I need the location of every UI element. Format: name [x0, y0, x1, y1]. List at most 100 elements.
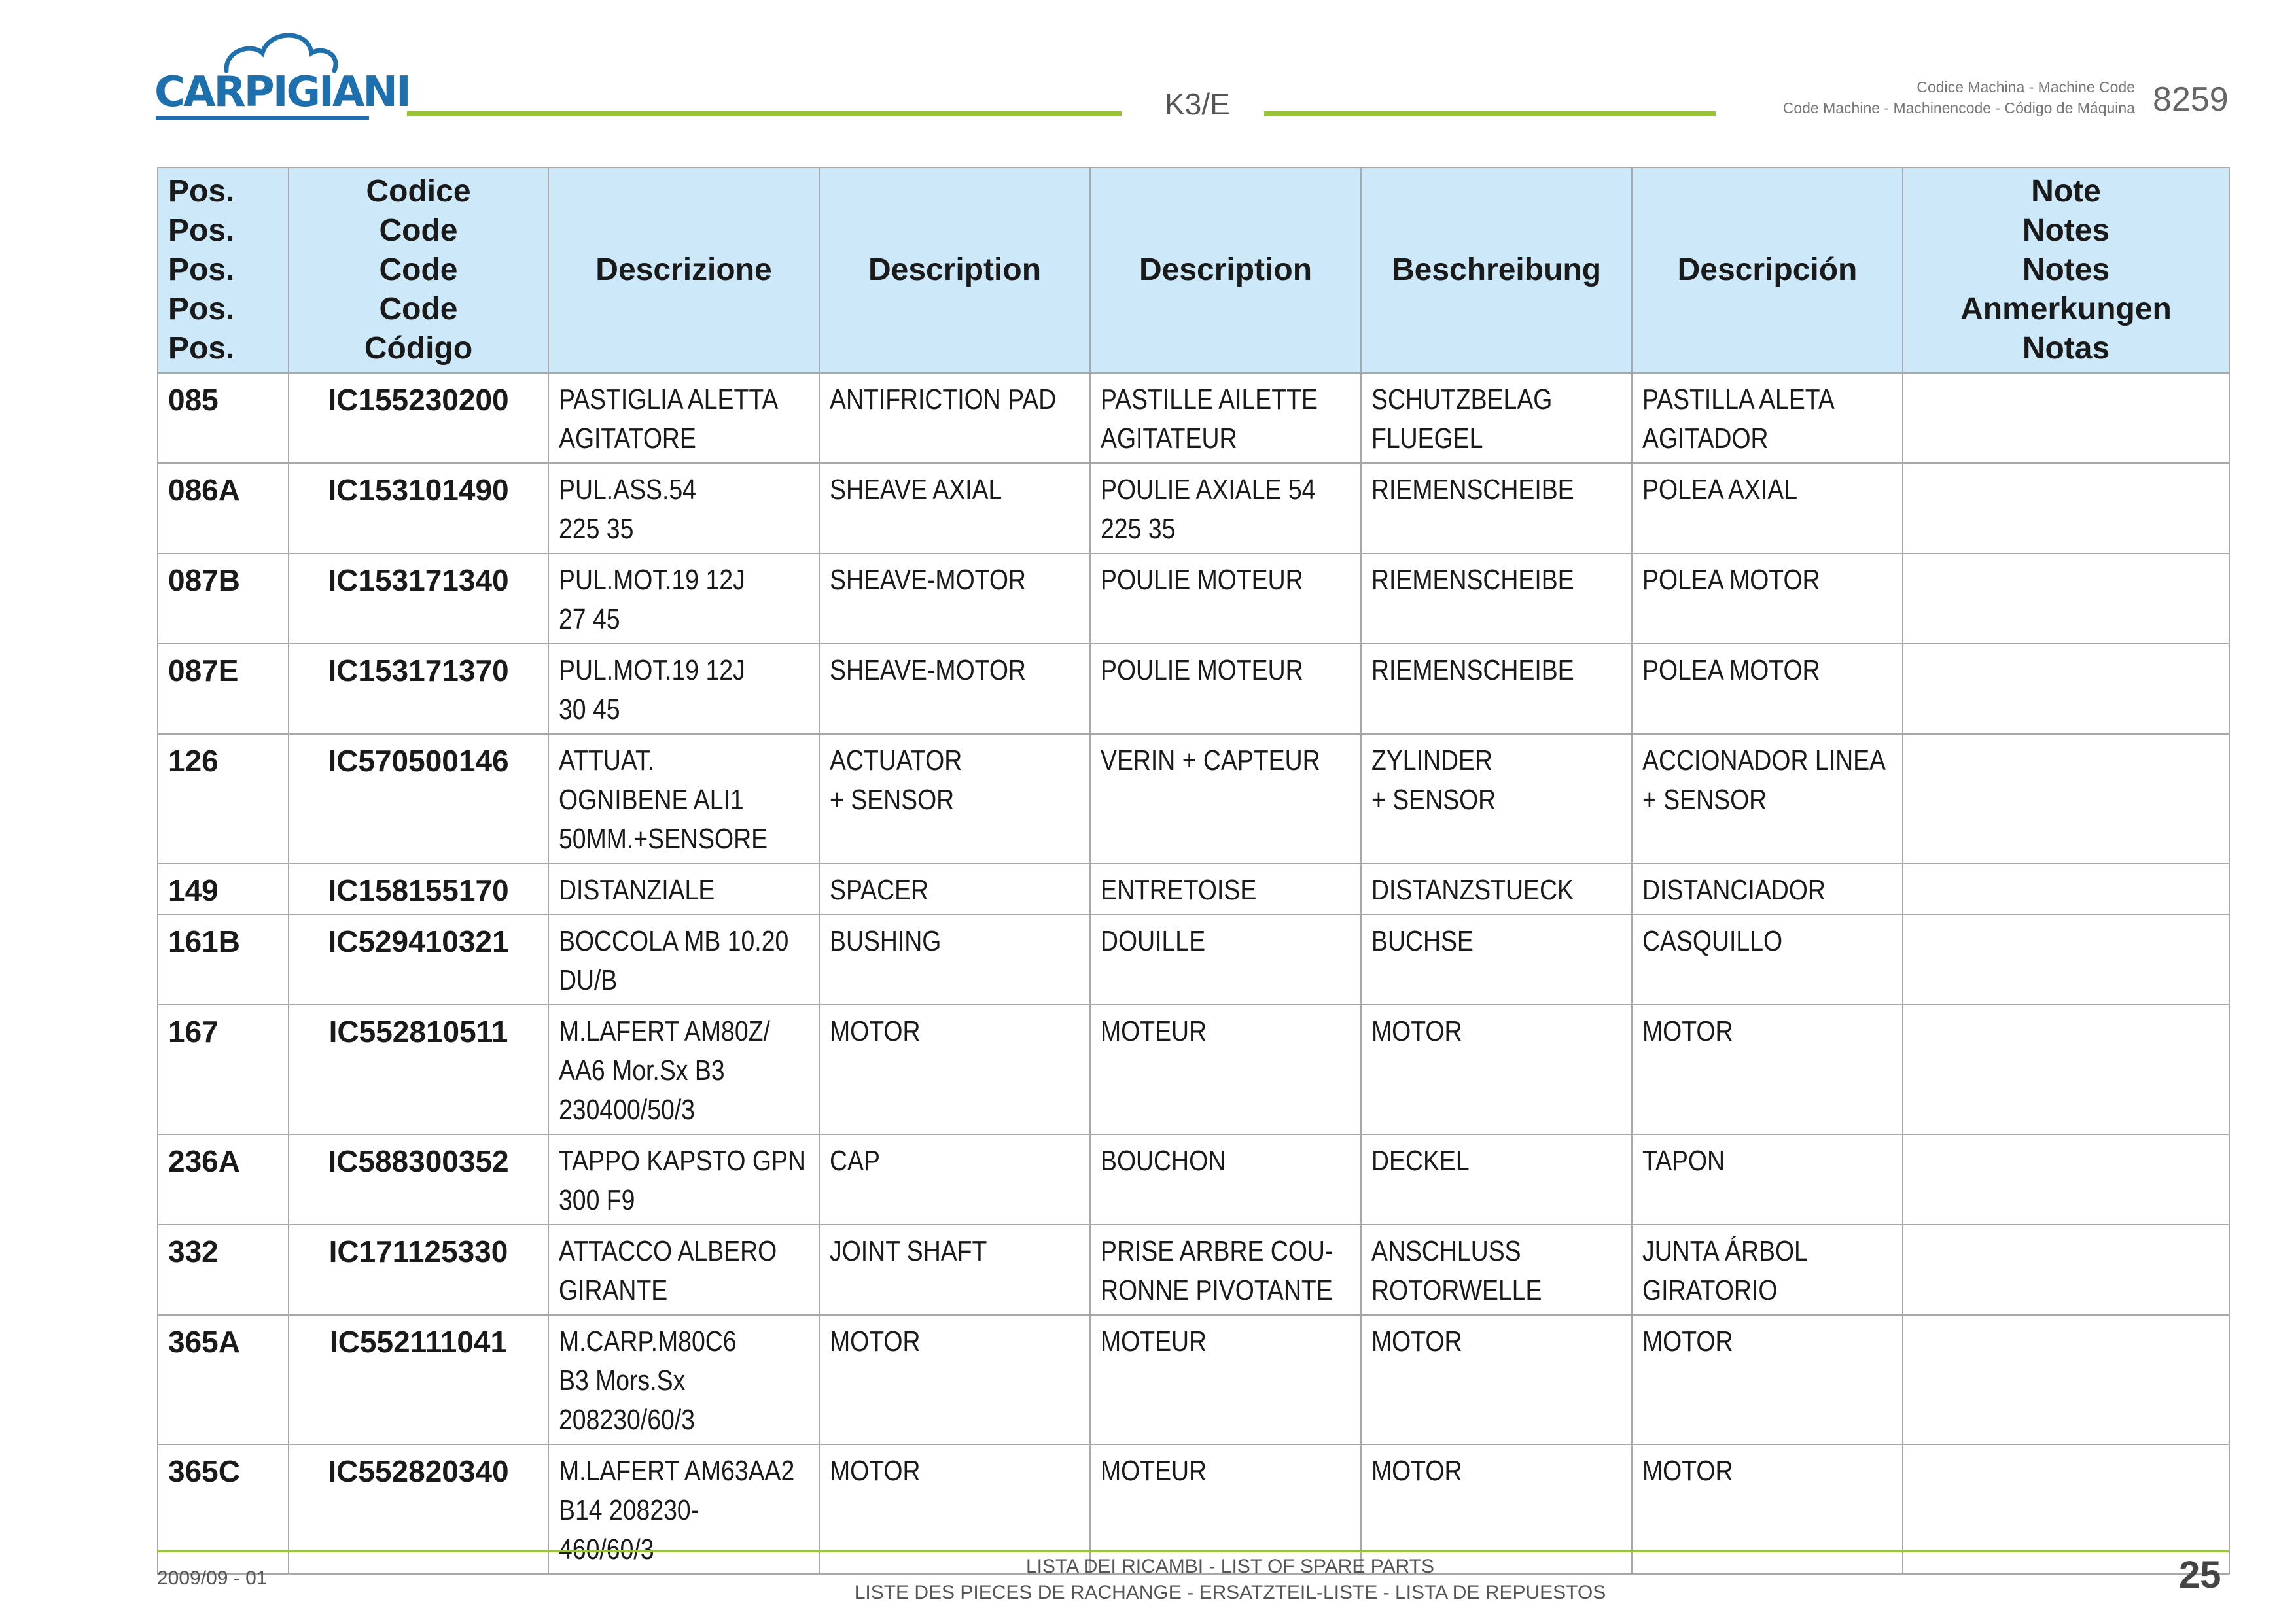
- table-body: 085 IC155230200 PASTIGLIA ALETTA AGITATORE…: [157, 372, 2230, 1575]
- cell-notes: [1902, 643, 2230, 735]
- cell-en: SHEAVE AXIAL: [819, 462, 1091, 554]
- cell-fr: BOUCHON: [1089, 1134, 1362, 1225]
- header-pos: Pos. Pos. Pos. Pos. Pos.: [157, 167, 289, 374]
- cell-notes: [1902, 553, 2230, 644]
- header-description-es: Descripción: [1631, 167, 1903, 374]
- cell-pos: 365C: [157, 1444, 289, 1575]
- cell-notes: [1902, 863, 2230, 915]
- spare-parts-table: Pos. Pos. Pos. Pos. Pos. Codice Code Cod…: [157, 167, 2230, 1575]
- cell-de: BUCHSE: [1360, 914, 1633, 1005]
- cell-pos: 087E: [157, 643, 289, 735]
- cell-de: MOTOR: [1360, 1444, 1633, 1575]
- cell-en: SPACER: [819, 863, 1091, 915]
- cell-es: DISTANCIADOR: [1631, 863, 1903, 915]
- cell-es: MOTOR: [1631, 1004, 1903, 1135]
- table-row: 087E IC153171370 PUL.MOT.19 12J 30 45 SHEAV…: [157, 643, 2230, 735]
- cell-it: ATTUAT. OGNIBENE ALI1 50MM.+SENSORE: [548, 733, 820, 864]
- cell-fr: POULIE MOTEUR: [1089, 553, 1362, 644]
- cell-code: IC153171340: [288, 553, 549, 644]
- table-row: 365A IC552111041 M.CARP.M80C6 B3 Mors.Sx 2…: [157, 1314, 2230, 1445]
- cell-it: PUL.ASS.54 225 35: [548, 462, 820, 554]
- cell-es: MOTOR: [1631, 1314, 1903, 1445]
- cell-en: MOTOR: [819, 1444, 1091, 1575]
- carpigiani-logo: CARPIGIANI: [154, 24, 412, 122]
- cell-it: DISTANZIALE: [548, 863, 820, 915]
- cell-fr: MOTEUR: [1089, 1314, 1362, 1445]
- cell-en: BUSHING: [819, 914, 1091, 1005]
- footer-divider: [157, 1550, 2229, 1552]
- cell-code: IC552111041: [288, 1314, 549, 1445]
- cell-it: M.LAFERT AM63AA2 B14 208230- 460/60/3: [548, 1444, 820, 1575]
- brand-name: CARPIGIANI: [154, 68, 412, 116]
- table-row: 086A IC153101490 PUL.ASS.54 225 35 SHEAVE A…: [157, 462, 2230, 554]
- cell-fr: PASTILLE AILETTE AGITATEUR: [1089, 372, 1362, 464]
- cell-de: RIEMENSCHEIBE: [1360, 462, 1633, 554]
- cell-es: POLEA MOTOR: [1631, 643, 1903, 735]
- cell-it: PUL.MOT.19 12J 30 45: [548, 643, 820, 735]
- header-description-it: Descrizione: [548, 167, 820, 374]
- cell-fr: POULIE AXIALE 54 225 35: [1089, 462, 1362, 554]
- cell-es: MOTOR: [1631, 1444, 1903, 1575]
- cell-code: IC158155170: [288, 863, 549, 915]
- cell-de: RIEMENSCHEIBE: [1360, 553, 1633, 644]
- cell-code: IC529410321: [288, 914, 549, 1005]
- cell-de: DISTANZSTUECK: [1360, 863, 1633, 915]
- cell-code: IC570500146: [288, 733, 549, 864]
- table-row: 149 IC158155170 DISTANZIALE SPACER ENTRETOIS…: [157, 863, 2230, 915]
- model-name: K3/E: [1165, 87, 1230, 121]
- cell-en: MOTOR: [819, 1314, 1091, 1445]
- cell-pos: 167: [157, 1004, 289, 1135]
- cell-code: IC155230200: [288, 372, 549, 464]
- cell-code: IC552810511: [288, 1004, 549, 1135]
- header-description-en: Description: [819, 167, 1091, 374]
- cell-it: PASTIGLIA ALETTA AGITATORE: [548, 372, 820, 464]
- cell-pos: 086A: [157, 462, 289, 554]
- machine-code-label-2: Code Machine - Machinencode - Código de …: [1782, 99, 2135, 116]
- cell-en: SHEAVE-MOTOR: [819, 643, 1091, 735]
- cell-fr: MOTEUR: [1089, 1444, 1362, 1575]
- cell-pos: 126: [157, 733, 289, 864]
- cell-it: PUL.MOT.19 12J 27 45: [548, 553, 820, 644]
- table-row: 167 IC552810511 M.LAFERT AM80Z/ AA6 Mor.Sx…: [157, 1004, 2230, 1135]
- table-header-row: Pos. Pos. Pos. Pos. Pos. Codice Code Cod…: [157, 167, 2230, 374]
- cell-it: ATTACCO ALBERO GIRANTE: [548, 1224, 820, 1316]
- cell-it: M.CARP.M80C6 B3 Mors.Sx 208230/60/3: [548, 1314, 820, 1445]
- cell-code: IC171125330: [288, 1224, 549, 1316]
- cell-en: MOTOR: [819, 1004, 1091, 1135]
- table-row: 236A IC588300352 TAPPO KAPSTO GPN 300 F9 CA…: [157, 1134, 2230, 1225]
- table-row: 087B IC153171340 PUL.MOT.19 12J 27 45 SHEAV…: [157, 553, 2230, 644]
- cell-fr: VERIN + CAPTEUR: [1089, 733, 1362, 864]
- cell-notes: [1902, 1134, 2230, 1225]
- header-code: Codice Code Code Code Código: [288, 167, 549, 374]
- cell-notes: [1902, 1004, 2230, 1135]
- table-row: 365C IC552820340 M.LAFERT AM63AA2 B14 2082…: [157, 1444, 2230, 1575]
- cell-es: ACCIONADOR LINEA + SENSOR: [1631, 733, 1903, 864]
- machine-code: 8259: [2153, 80, 2229, 118]
- cell-es: CASQUILLO: [1631, 914, 1903, 1005]
- cell-de: DECKEL: [1360, 1134, 1633, 1225]
- cell-it: M.LAFERT AM80Z/ AA6 Mor.Sx B3 230400/50/…: [548, 1004, 820, 1135]
- cell-notes: [1902, 914, 2230, 1005]
- cell-es: JUNTA ÁRBOL GIRATORIO: [1631, 1224, 1903, 1316]
- cell-pos: 149: [157, 863, 289, 915]
- cell-pos: 085: [157, 372, 289, 464]
- cell-code: IC588300352: [288, 1134, 549, 1225]
- footer-title-2: LISTE DES PIECES DE RACHANGE - ERSATZTEI…: [854, 1582, 1606, 1603]
- cell-en: CAP: [819, 1134, 1091, 1225]
- header-description-de: Beschreibung: [1360, 167, 1633, 374]
- header-description-fr: Description: [1089, 167, 1362, 374]
- cell-de: RIEMENSCHEIBE: [1360, 643, 1633, 735]
- cell-fr: ENTRETOISE: [1089, 863, 1362, 915]
- cell-code: IC153101490: [288, 462, 549, 554]
- cell-de: MOTOR: [1360, 1314, 1633, 1445]
- cell-notes: [1902, 733, 2230, 864]
- cell-es: PASTILLA ALETA AGITADOR: [1631, 372, 1903, 464]
- cell-en: JOINT SHAFT: [819, 1224, 1091, 1316]
- cell-notes: [1902, 1224, 2230, 1316]
- cell-fr: POULIE MOTEUR: [1089, 643, 1362, 735]
- cell-en: ANTIFRICTION PAD: [819, 372, 1091, 464]
- footer-title-1: LISTA DEI RICAMBI - LIST OF SPARE PARTS: [1025, 1556, 1435, 1577]
- footer-date: 2009/09 - 01: [157, 1567, 268, 1589]
- cell-pos: 365A: [157, 1314, 289, 1445]
- cell-de: MOTOR: [1360, 1004, 1633, 1135]
